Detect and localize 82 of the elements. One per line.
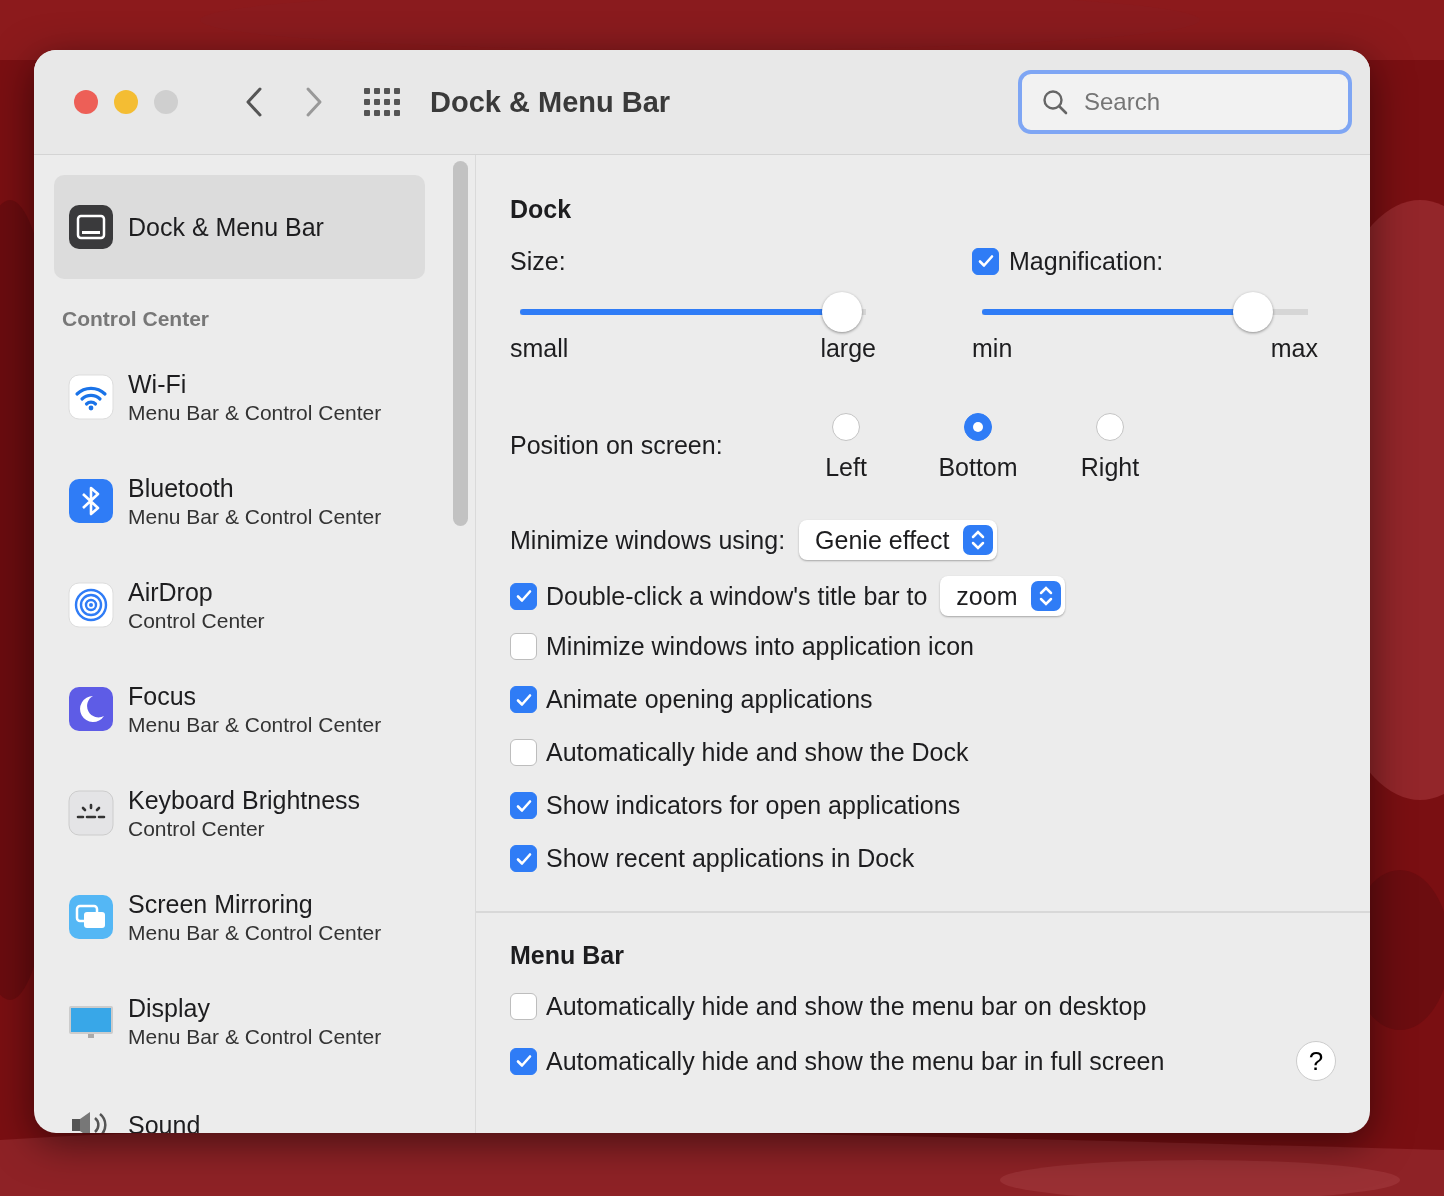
sidebar-item-subtitle: Menu Bar & Control Center (128, 712, 382, 737)
checkbox[interactable] (510, 582, 537, 610)
sidebar-item-subtitle: Menu Bar & Control Center (128, 920, 382, 945)
stepper-icon (1031, 581, 1062, 611)
moon-icon (68, 686, 114, 732)
sidebar-item-title: Display (128, 993, 211, 1023)
checkbox[interactable] (510, 1047, 537, 1075)
section-title: Menu Bar (510, 941, 625, 970)
slider-max-label: large (820, 334, 876, 363)
sidebar-item-subtitle: Menu Bar & Control Center (128, 400, 382, 425)
back-icon[interactable] (244, 86, 264, 118)
grid-icon[interactable] (364, 88, 400, 116)
slider-min-label: small (510, 334, 569, 363)
window-title: Dock & Menu Bar (430, 85, 671, 119)
checkbox-label: Show indicators for open applications (546, 791, 961, 820)
checkbox[interactable] (510, 792, 537, 819)
sidebar-item-subtitle: Menu Bar & Control Center (128, 504, 382, 529)
section-title: Dock (510, 195, 573, 224)
sidebar-item-title: Sound (128, 1110, 201, 1133)
sidebar-item-title: Bluetooth (128, 473, 235, 503)
slider-thumb[interactable] (1232, 292, 1273, 332)
radio-label: Right (1080, 453, 1140, 482)
search-field[interactable]: Search (1018, 70, 1352, 134)
checkbox[interactable] (510, 845, 537, 872)
checkbox-label: Automatically hide and show the menu bar on desktop (546, 992, 1147, 1021)
mirroring-icon (68, 894, 114, 940)
checkbox-label: Show recent applications in Dock (546, 844, 915, 873)
checkbox[interactable] (510, 686, 537, 713)
sidebar-item[interactable]: Keyboard Brightness Control Center (54, 761, 425, 865)
slider-max-label: max (1270, 334, 1318, 363)
sidebar-item-title: Wi-Fi (128, 369, 188, 399)
radio-label: Left (825, 453, 867, 482)
minimize-button[interactable] (114, 90, 138, 114)
sidebar-item[interactable]: Dock & Menu Bar (54, 175, 425, 279)
sidebar-item[interactable]: Bluetooth Menu Bar & Control Center (54, 449, 425, 553)
sidebar-item[interactable]: Display Menu Bar & Control Center (54, 969, 425, 1073)
sidebar-item[interactable]: Focus Menu Bar & Control Center (54, 657, 425, 761)
sidebar-item[interactable]: Sound (54, 1073, 425, 1133)
sidebar-item-title: AirDrop (128, 577, 214, 607)
checkbox-label: Minimize windows into application icon (546, 632, 974, 661)
checkbox-label: Animate opening applications (546, 685, 873, 714)
forward-icon[interactable] (304, 86, 324, 118)
sidebar-item-title: Keyboard Brightness (128, 785, 361, 815)
sidebar-item-subtitle: Control Center (128, 816, 266, 841)
slider-min-label: min (972, 334, 1013, 363)
checkbox-label: Automatically hide and show the Dock (546, 738, 969, 767)
scrollbar-thumb[interactable] (452, 161, 468, 526)
search-icon (1042, 89, 1068, 115)
bluetooth-icon (68, 478, 114, 524)
checkbox[interactable] (510, 633, 537, 660)
radio-button[interactable] (964, 413, 992, 441)
close-button[interactable] (74, 90, 98, 114)
help-button[interactable]: ? (1296, 1041, 1336, 1081)
checkbox-label: Magnification: (1009, 246, 1164, 276)
checkbox[interactable] (510, 993, 537, 1020)
dock-icon (68, 204, 114, 250)
checkbox[interactable] (510, 739, 537, 766)
airdrop-icon (68, 582, 114, 628)
stepper-icon (963, 525, 994, 555)
brightness-icon (68, 790, 114, 836)
slider-thumb[interactable] (821, 292, 862, 332)
sidebar-item-title: Focus (128, 681, 198, 711)
size-label: Size: (510, 246, 566, 276)
effect-popup[interactable]: Genie effect (799, 520, 998, 560)
sidebar-section-header: Control Center (61, 306, 210, 332)
sidebar-item-subtitle: Control Center (128, 608, 265, 633)
wifi-icon (68, 374, 114, 420)
minimize-label: Minimize windows using: (510, 525, 786, 555)
checkbox[interactable] (972, 247, 999, 275)
position-label: Position on screen: (510, 431, 724, 460)
checkbox-label: Automatically hide and show the menu bar in full screen (546, 1046, 1165, 1076)
radio-button[interactable] (832, 413, 860, 441)
sidebar-item[interactable]: Wi-Fi Menu Bar & Control Center (54, 345, 425, 449)
sidebar-item[interactable]: Screen Mirroring Menu Bar & Control Center (54, 865, 425, 969)
radio-button[interactable] (1096, 413, 1124, 441)
sidebar-item[interactable]: AirDrop Control Center (54, 553, 425, 657)
action-popup[interactable]: zoom (940, 576, 1066, 616)
checkbox-label: Double-click a window's title bar to (546, 581, 928, 611)
sidebar-item-subtitle: Menu Bar & Control Center (128, 1024, 382, 1049)
sidebar-item-title: Screen Mirroring (128, 889, 314, 919)
sidebar-item-title: Dock & Menu Bar (128, 212, 324, 242)
radio-label: Bottom (938, 453, 1018, 482)
